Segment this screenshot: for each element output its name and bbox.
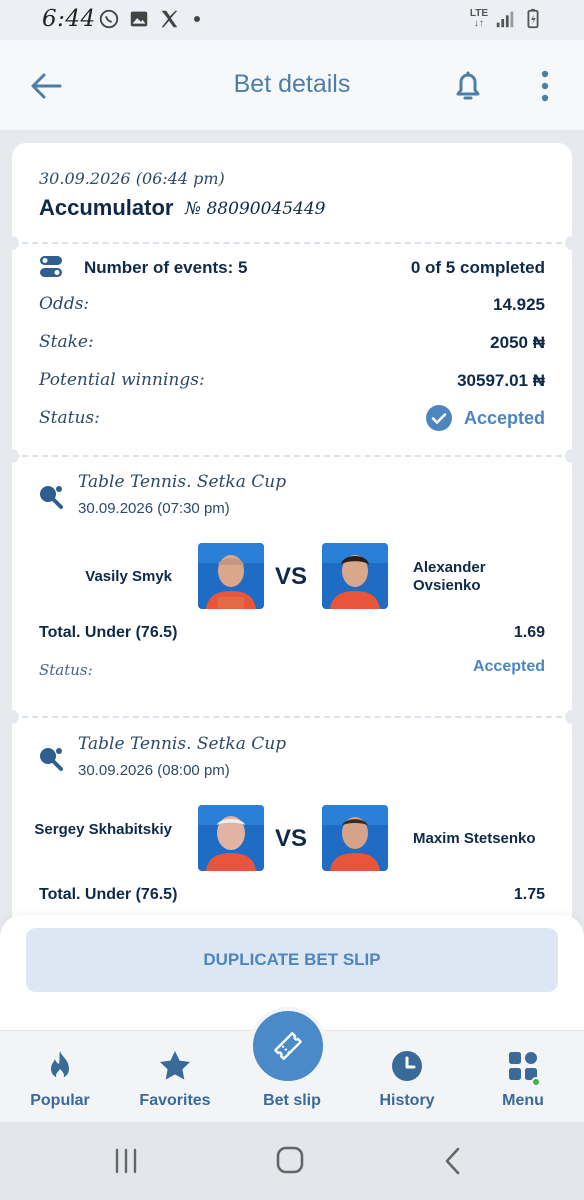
notification-icons [98,8,200,30]
nav-label: Popular [30,1092,90,1109]
nav-label: Favorites [139,1092,211,1109]
status-label: Status: [39,408,100,428]
vs-label: VS [275,563,308,590]
ticket-notch [565,236,572,250]
ticket-notch [565,449,572,463]
ticket-notch [12,449,19,463]
bet-status: Accepted [425,405,545,431]
player-away: Alexander Ovsienko [413,559,486,594]
divider [12,242,572,244]
player-away-avatar [322,805,388,871]
page-title: Bet details [233,70,351,98]
stake-label: Stake: [39,332,94,352]
star-icon [160,1051,190,1080]
event-odds: 1.69 [513,624,545,641]
event-market: Total. Under (76.5) [39,624,178,641]
winnings-value: 30597.01 ₦ [457,371,545,390]
check-circle-icon [425,405,452,431]
events-progress: 0 of 5 completed [410,258,545,277]
winnings-label: Potential winnings: [39,370,205,390]
bet-datetime: 30.09.2026 (06:44 pm) [39,169,225,188]
event-datetime: 30.09.2026 (08:00 pm) [78,762,230,779]
recent-apps-icon[interactable] [108,1146,144,1176]
more-notifications-dot [194,16,200,22]
nav-label: Bet slip [263,1092,321,1109]
nav-item-menu[interactable]: Menu [468,1031,578,1123]
odds-label: Odds: [39,294,90,314]
system-icons: LTE ↓↑ [470,8,544,30]
x-logo-icon [161,10,178,28]
duplicate-bet-slip-button[interactable]: DUPLICATE BET SLIP [26,928,558,992]
bottom-nav: Popular Favorites Bet slip History Menu [0,1007,584,1123]
signal-icon [496,11,514,28]
bet-details-card: 30.09.2026 (06:44 pm) Accumulator № 8809… [12,143,572,943]
ticket-notch [12,236,19,250]
system-navigation-bar [0,1122,584,1200]
status-time: 6:44 [42,6,96,32]
bet-number: № 88090045449 [185,199,326,219]
ticket-notch [565,710,572,724]
lte-indicator: LTE ↓↑ [469,8,488,29]
bet-type: Accumulator [39,195,174,220]
nav-item-favorites[interactable]: Favorites [120,1031,230,1123]
ticket-notch [12,710,19,724]
odds-value: 14.925 [493,295,545,314]
vs-label: VS [275,825,308,852]
nav-label: History [379,1092,435,1109]
player-home: Vasily Smyk [85,568,172,585]
event-league: Table Tennis. Setka Cup [78,734,287,754]
status-bar: 6:44 LTE ↓↑ [0,0,584,40]
battery-icon [527,8,539,29]
clock-icon [392,1051,422,1081]
bell-icon[interactable] [448,66,488,106]
back-nav-icon[interactable] [436,1146,472,1176]
ping-pong-icon [40,486,63,509]
ticket-icon [274,1032,302,1060]
player-away-avatar [322,543,388,609]
more-options-icon[interactable] [530,66,560,106]
nav-label: Menu [502,1092,544,1109]
nav-item-bet-slip[interactable]: Bet slip [237,1007,347,1123]
app-header: Bet details [0,40,584,130]
whatsapp-icon [99,9,119,29]
event-datetime: 30.09.2026 (07:30 pm) [78,500,230,517]
player-home: Sergey Skhabitskiy [34,821,172,838]
stake-value: 2050 ₦ [490,333,545,352]
divider [12,716,572,718]
event-league: Table Tennis. Setka Cup [78,472,287,492]
player-home-avatar [198,543,264,609]
image-icon [130,11,148,27]
ping-pong-icon [40,748,63,771]
player-away: Maxim Stetsenko [413,830,536,847]
status-value: Accepted [463,407,545,428]
notification-dot [531,1077,541,1087]
event-status-label: Status: [39,661,93,679]
flame-icon [51,1051,69,1080]
player-home-avatar [198,805,264,871]
home-icon[interactable] [272,1146,308,1176]
event-status-value: Accepted [472,658,545,675]
nav-item-popular[interactable]: Popular [5,1031,115,1123]
events-count: Number of events: 5 [84,258,248,277]
divider [12,455,572,457]
event-market: Total. Under (76.5) [39,886,178,903]
nav-item-history[interactable]: History [352,1031,462,1123]
toggle-list-icon [40,256,62,277]
event-odds: 1.75 [513,886,545,903]
bet-slip-fab[interactable] [249,1007,327,1085]
